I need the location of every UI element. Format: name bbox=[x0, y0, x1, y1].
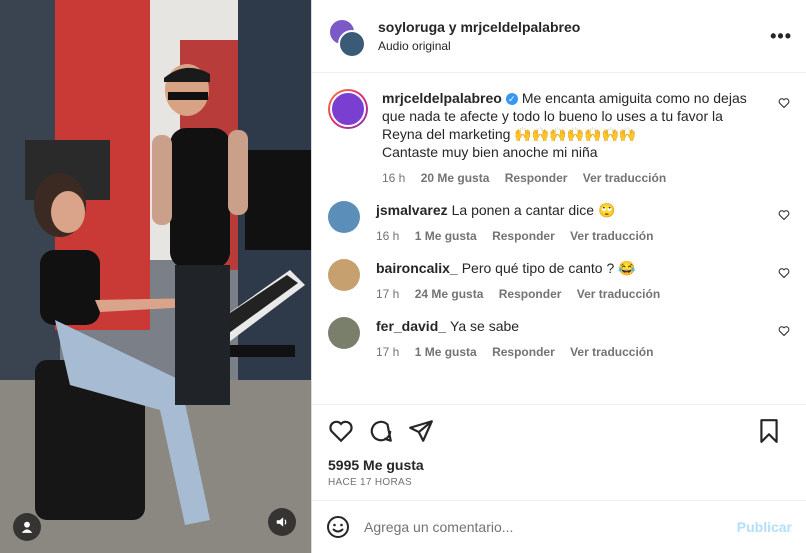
comment-time[interactable]: 16 h bbox=[376, 229, 399, 243]
comment-username[interactable]: jsmalvarez bbox=[376, 202, 448, 218]
comment-time[interactable]: 16 h bbox=[382, 171, 405, 185]
publish-button[interactable]: Publicar bbox=[737, 519, 792, 535]
list-item: mrjceldelpalabreo ✓ Me encanta amiguita co… bbox=[328, 89, 790, 187]
audio-toggle-button[interactable] bbox=[268, 508, 296, 536]
comment-time[interactable]: 17 h bbox=[376, 345, 399, 359]
avatar[interactable] bbox=[328, 201, 360, 233]
list-item: fer_david_ Ya se sabe 17 h 1 Me gusta Res… bbox=[328, 317, 790, 361]
audio-label[interactable]: Audio original bbox=[378, 38, 580, 54]
avatar[interactable] bbox=[338, 30, 366, 58]
reply-button[interactable]: Responder bbox=[492, 229, 555, 243]
comment-text-line2: Cantaste muy bien anoche mi niña bbox=[382, 144, 598, 160]
post-actions bbox=[312, 404, 806, 457]
tagged-users-button[interactable] bbox=[13, 513, 41, 541]
avatar[interactable] bbox=[328, 317, 360, 349]
heart-icon[interactable] bbox=[778, 325, 790, 337]
add-comment-bar: Publicar bbox=[312, 500, 806, 553]
translate-button[interactable]: Ver traducción bbox=[583, 171, 666, 185]
reply-button[interactable]: Responder bbox=[492, 345, 555, 359]
comment-username[interactable]: mrjceldelpalabreo bbox=[382, 90, 502, 106]
post-sidebar: soyloruga y mrjceldelpalabreo Audio orig… bbox=[311, 0, 806, 553]
post-authors[interactable]: soyloruga y mrjceldelpalabreo bbox=[378, 18, 580, 36]
comment-time[interactable]: 17 h bbox=[376, 287, 399, 301]
video-frame bbox=[0, 0, 311, 553]
avatar[interactable] bbox=[328, 259, 360, 291]
comment-icon[interactable] bbox=[368, 418, 394, 444]
more-options-icon[interactable]: ••• bbox=[770, 26, 792, 47]
heart-icon[interactable] bbox=[778, 97, 790, 109]
likes-count[interactable]: 5995 Me gusta bbox=[312, 457, 806, 473]
comment-username[interactable]: baironcalix_ bbox=[376, 260, 458, 276]
verified-badge-icon: ✓ bbox=[505, 93, 518, 106]
translate-button[interactable]: Ver traducción bbox=[570, 229, 653, 243]
heart-icon[interactable] bbox=[778, 267, 790, 279]
speaker-icon bbox=[276, 517, 287, 527]
bookmark-icon[interactable] bbox=[756, 418, 782, 444]
send-icon[interactable] bbox=[408, 418, 434, 444]
avatar[interactable] bbox=[328, 89, 368, 129]
post-video[interactable] bbox=[0, 0, 311, 553]
comment-text: Ya se sabe bbox=[450, 318, 520, 334]
author-avatars[interactable] bbox=[328, 18, 366, 58]
comment-username[interactable]: fer_david_ bbox=[376, 318, 446, 334]
comments-list: mrjceldelpalabreo ✓ Me encanta amiguita co… bbox=[312, 73, 806, 404]
heart-icon[interactable] bbox=[328, 418, 354, 444]
comment-likes[interactable]: 1 Me gusta bbox=[415, 229, 477, 243]
comment-likes[interactable]: 24 Me gusta bbox=[415, 287, 484, 301]
smiley-icon[interactable] bbox=[326, 515, 350, 539]
post-header: soyloruga y mrjceldelpalabreo Audio orig… bbox=[312, 0, 806, 73]
heart-icon[interactable] bbox=[778, 209, 790, 221]
reply-button[interactable]: Responder bbox=[499, 287, 562, 301]
comment-text: Pero qué tipo de canto ? 😂 bbox=[461, 260, 636, 276]
comment-likes[interactable]: 1 Me gusta bbox=[415, 345, 477, 359]
comment-text: La ponen a cantar dice 🙄 bbox=[451, 202, 616, 218]
list-item: jsmalvarez La ponen a cantar dice 🙄 16 h … bbox=[328, 201, 790, 245]
translate-button[interactable]: Ver traducción bbox=[577, 287, 660, 301]
list-item: baironcalix_ Pero qué tipo de canto ? 😂 1… bbox=[328, 259, 790, 303]
post-time[interactable]: HACE 17 HORAS bbox=[312, 473, 806, 500]
translate-button[interactable]: Ver traducción bbox=[570, 345, 653, 359]
user-icon bbox=[21, 521, 33, 533]
reply-button[interactable]: Responder bbox=[505, 171, 568, 185]
comment-likes[interactable]: 20 Me gusta bbox=[421, 171, 490, 185]
comment-input[interactable] bbox=[362, 518, 737, 536]
post-modal: soyloruga y mrjceldelpalabreo Audio orig… bbox=[0, 0, 806, 553]
